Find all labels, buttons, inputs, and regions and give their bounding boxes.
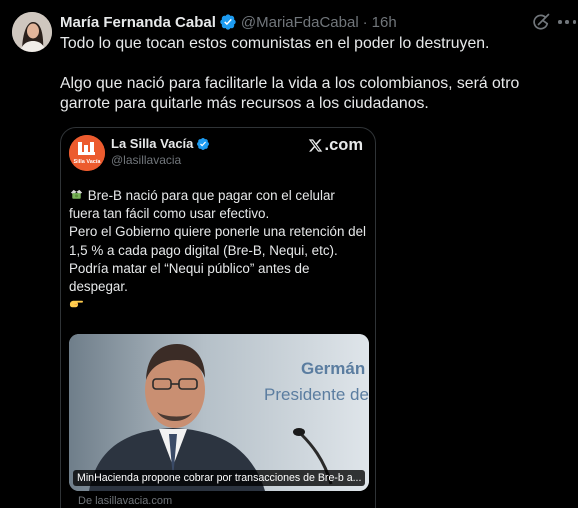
grok-icon[interactable] [531, 12, 551, 32]
author-avatar[interactable] [12, 12, 52, 52]
tweet-timestamp[interactable]: 16h [372, 14, 397, 31]
money-with-wings-icon [69, 187, 84, 202]
quoted-author-handle[interactable]: @lasillavacia [111, 153, 181, 167]
tweet-paragraph-2: Algo que nació para facilitarle la vida … [60, 75, 520, 112]
quoted-text-line-1: Bre-B nació para que pagar con el celula… [69, 188, 335, 222]
pointing-right-hand-icon [69, 296, 84, 311]
image-bg-name: Germán A [301, 359, 369, 378]
image-caption: MinHacienda propone cobrar por transacci… [73, 470, 365, 486]
tweet-header: María Fernanda Cabal @MariaFdaCabal · 16… [60, 12, 578, 32]
quoted-author-name-row[interactable]: La Silla Vacía [111, 136, 210, 151]
tweet-text: Todo lo que tocan estos comunistas en el… [60, 34, 570, 114]
quoted-tweet-image[interactable]: Germán A Presidente del Grupo MinHaciend… [69, 334, 369, 491]
more-dots-icon[interactable] [558, 12, 576, 32]
quoted-author-avatar[interactable]: Silla Vacía [69, 135, 105, 171]
quoted-avatar-text: Silla Vacía [74, 159, 102, 165]
quoted-tweet-text: Bre-B nació para que pagar con el celula… [69, 187, 369, 314]
author-handle[interactable]: @MariaFdaCabal [241, 14, 359, 31]
quoted-text-line-2: Pero el Gobierno quiere ponerle una rete… [69, 224, 367, 295]
x-logo-icon [309, 139, 323, 152]
tweet-container: María Fernanda Cabal @MariaFdaCabal · 16… [0, 0, 578, 508]
source-link[interactable]: De lasillavacia.com [78, 495, 172, 507]
image-bg-title: Presidente del Grupo [264, 385, 369, 404]
separator-dot: · [362, 13, 368, 31]
tweet-paragraph-1: Todo lo que tocan estos comunistas en el… [60, 35, 490, 52]
quoted-author-name[interactable]: La Silla Vacía [111, 136, 193, 151]
x-logo-text: .com [324, 136, 363, 154]
verified-badge-icon [196, 137, 210, 151]
verified-badge-icon [219, 13, 237, 31]
quoted-tweet-card[interactable]: Silla Vacía La Silla Vacía @lasillavacia… [60, 127, 376, 508]
x-logo: .com [308, 136, 363, 155]
author-name[interactable]: María Fernanda Cabal [60, 14, 216, 31]
